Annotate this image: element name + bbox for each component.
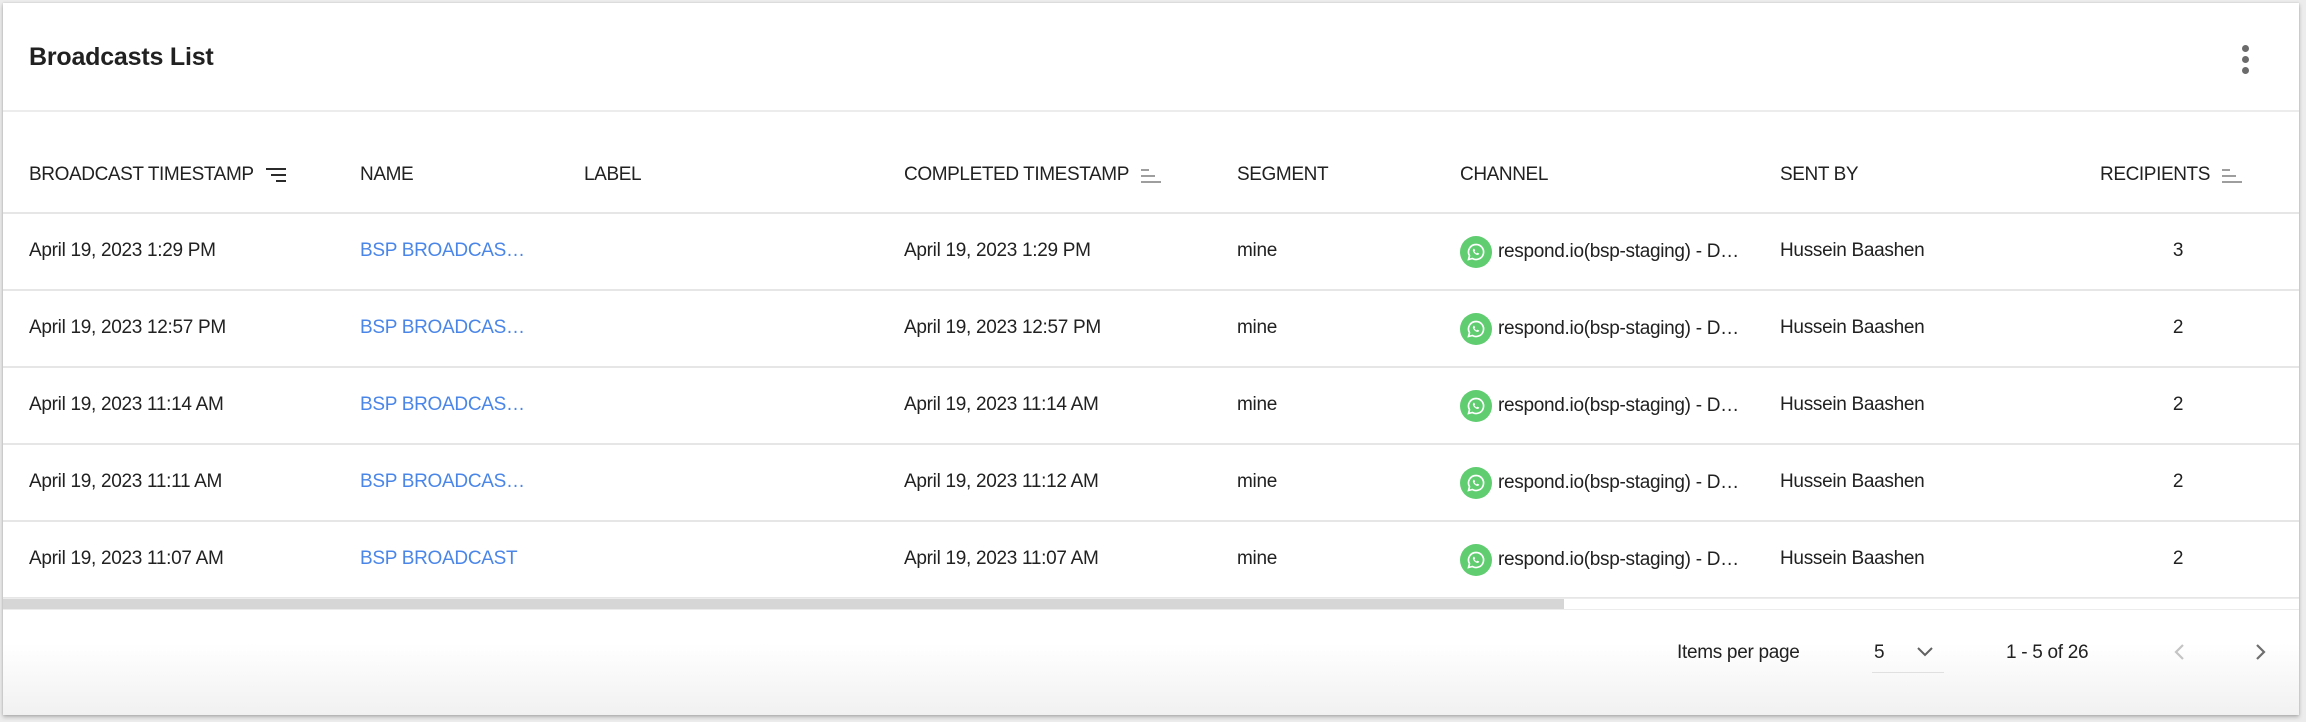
- cell-recipients: 2: [2172, 548, 2184, 569]
- cell-name-link[interactable]: BSP BROADCAST: [360, 548, 518, 570]
- sort-descending-icon[interactable]: [265, 167, 288, 183]
- cell-broadcast-timestamp: April 19, 2023 11:14 AM: [29, 394, 224, 415]
- cell-name-link[interactable]: BSP BROADCAS…: [360, 240, 525, 262]
- broadcasts-table: BROADCAST TIMESTAMP NAME LABEL COMPLETED…: [3, 112, 2299, 610]
- cell-name-link[interactable]: BSP BROADCAS…: [360, 471, 525, 493]
- table-header-row: BROADCAST TIMESTAMP NAME LABEL COMPLETED…: [3, 112, 2299, 214]
- table-row[interactable]: April 19, 2023 11:14 AM BSP BROADCAS… Apri…: [3, 368, 2299, 445]
- more-vert-icon: [2242, 45, 2249, 52]
- channel-name: respond.io(bsp-staging) - D…: [1498, 472, 1739, 493]
- table-row[interactable]: April 19, 2023 12:57 PM BSP BROADCAS… Apri…: [3, 291, 2299, 368]
- cell-completed-timestamp: April 19, 2023 12:57 PM: [904, 317, 1101, 338]
- table-row[interactable]: April 19, 2023 1:29 PM BSP BROADCAS… April…: [3, 214, 2299, 291]
- cell-completed-timestamp: April 19, 2023 11:07 AM: [904, 548, 1099, 569]
- cell-segment: mine: [1237, 240, 1277, 261]
- cell-channel: respond.io(bsp-staging) - D…: [1460, 390, 1739, 422]
- column-header-label: COMPLETED TIMESTAMP: [904, 164, 1130, 185]
- cell-name-link[interactable]: BSP BROADCAS…: [360, 317, 525, 339]
- cell-recipients: 2: [2172, 317, 2184, 338]
- more-vert-icon-dot: [2242, 56, 2249, 63]
- items-per-page-value: 5: [1874, 642, 1885, 663]
- horizontal-scrollbar[interactable]: [3, 598, 2299, 610]
- channel-name: respond.io(bsp-staging) - D…: [1498, 241, 1739, 262]
- cell-sent-by: Hussein Baashen: [1780, 317, 1925, 338]
- table-row[interactable]: April 19, 2023 11:07 AM BSP BROADCAST Apri…: [3, 522, 2299, 599]
- column-header-sent-by[interactable]: SENT BY: [1780, 164, 1859, 186]
- column-header-recipients[interactable]: RECIPIENTS: [2100, 164, 2244, 186]
- cell-sent-by: Hussein Baashen: [1780, 240, 1925, 261]
- items-per-page-label: Items per page: [1677, 642, 1800, 663]
- cell-segment: mine: [1237, 394, 1277, 415]
- column-header-broadcast-timestamp[interactable]: BROADCAST TIMESTAMP: [29, 164, 288, 186]
- broadcasts-card: Broadcasts List BROADCAST TIMESTAMP NAME…: [3, 3, 2299, 715]
- sort-icon[interactable]: [1141, 167, 1163, 183]
- page-range-label: 1 - 5 of 26: [2006, 642, 2089, 663]
- column-header-label: LABEL: [584, 164, 642, 185]
- cell-channel: respond.io(bsp-staging) - D…: [1460, 236, 1739, 268]
- cell-broadcast-timestamp: April 19, 2023 1:29 PM: [29, 240, 216, 261]
- column-header-segment[interactable]: SEGMENT: [1237, 164, 1329, 186]
- chevron-left-icon: [2174, 644, 2184, 660]
- cell-segment: mine: [1237, 317, 1277, 338]
- column-header-name[interactable]: NAME: [360, 164, 414, 186]
- paginator: Items per page 5 1 - 5 of 26: [3, 610, 2299, 715]
- column-header-label: BROADCAST TIMESTAMP: [29, 164, 254, 185]
- cell-sent-by: Hussein Baashen: [1780, 548, 1925, 569]
- cell-segment: mine: [1237, 548, 1277, 569]
- whatsapp-icon: [1460, 544, 1492, 576]
- column-header-label: NAME: [360, 164, 414, 185]
- scrollbar-thumb[interactable]: [3, 599, 1565, 609]
- cell-sent-by: Hussein Baashen: [1780, 394, 1925, 415]
- items-per-page-select[interactable]: 5: [1872, 636, 1944, 673]
- cell-broadcast-timestamp: April 19, 2023 11:11 AM: [29, 471, 223, 492]
- page-title: Broadcasts List: [29, 43, 214, 71]
- next-page-button[interactable]: [2246, 638, 2274, 666]
- cell-sent-by: Hussein Baashen: [1780, 471, 1925, 492]
- table-row[interactable]: April 19, 2023 11:11 AM BSP BROADCAS… Apri…: [3, 445, 2299, 522]
- column-header-label: RECIPIENTS: [2100, 164, 2211, 185]
- cell-broadcast-timestamp: April 19, 2023 12:57 PM: [29, 317, 226, 338]
- column-header-label: SEGMENT: [1237, 164, 1329, 185]
- cell-recipients: 3: [2172, 240, 2184, 261]
- channel-name: respond.io(bsp-staging) - D…: [1498, 549, 1739, 570]
- channel-name: respond.io(bsp-staging) - D…: [1498, 395, 1739, 416]
- whatsapp-icon: [1460, 313, 1492, 345]
- cell-completed-timestamp: April 19, 2023 11:12 AM: [904, 471, 1099, 492]
- column-header-label-col[interactable]: LABEL: [584, 164, 642, 186]
- column-header-label: SENT BY: [1780, 164, 1859, 185]
- whatsapp-icon: [1460, 390, 1492, 422]
- cell-completed-timestamp: April 19, 2023 11:14 AM: [904, 394, 1099, 415]
- previous-page-button[interactable]: [2166, 638, 2194, 666]
- more-options-button[interactable]: [2233, 43, 2259, 77]
- whatsapp-icon: [1460, 236, 1492, 268]
- chevron-down-icon: [1917, 647, 1933, 657]
- cell-completed-timestamp: April 19, 2023 1:29 PM: [904, 240, 1091, 261]
- sort-icon[interactable]: [2222, 167, 2244, 183]
- column-header-completed-timestamp[interactable]: COMPLETED TIMESTAMP: [904, 164, 1163, 186]
- cell-broadcast-timestamp: April 19, 2023 11:07 AM: [29, 548, 224, 569]
- more-vert-icon-dot: [2242, 67, 2249, 74]
- chevron-right-icon: [2256, 644, 2266, 660]
- column-header-channel[interactable]: CHANNEL: [1460, 164, 1548, 186]
- channel-name: respond.io(bsp-staging) - D…: [1498, 318, 1739, 339]
- whatsapp-icon: [1460, 467, 1492, 499]
- cell-channel: respond.io(bsp-staging) - D…: [1460, 544, 1739, 576]
- column-header-label: CHANNEL: [1460, 164, 1548, 185]
- cell-name-link[interactable]: BSP BROADCAS…: [360, 394, 525, 416]
- card-header: Broadcasts List: [3, 3, 2299, 112]
- cell-recipients: 2: [2172, 471, 2184, 492]
- cell-segment: mine: [1237, 471, 1277, 492]
- cell-recipients: 2: [2172, 394, 2184, 415]
- cell-channel: respond.io(bsp-staging) - D…: [1460, 467, 1739, 499]
- cell-channel: respond.io(bsp-staging) - D…: [1460, 313, 1739, 345]
